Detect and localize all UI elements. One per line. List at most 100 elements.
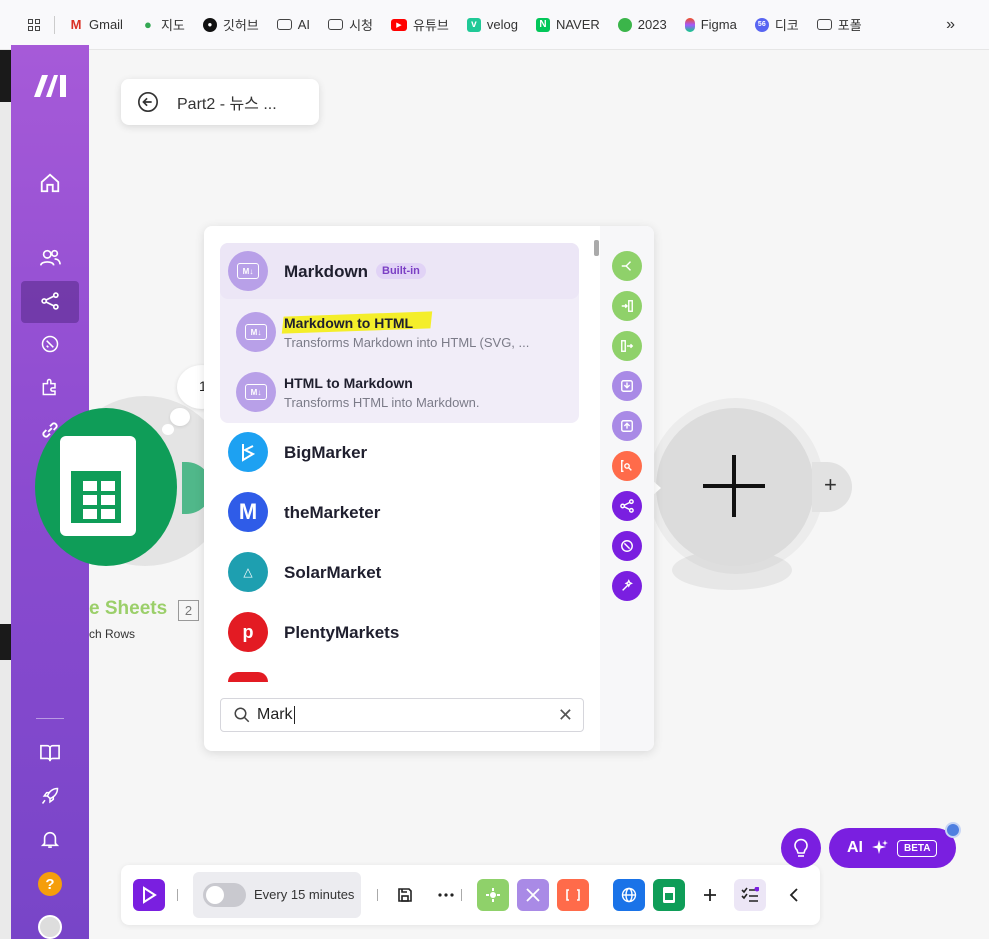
tools-wrench-icon[interactable] [517, 879, 549, 911]
settings-gear-icon[interactable] [477, 879, 509, 911]
naver-icon: N [535, 17, 550, 32]
app-themarketer[interactable]: theMarketer [284, 503, 380, 523]
home-icon[interactable] [36, 169, 64, 197]
sidebar-divider [36, 718, 64, 719]
search-field[interactable]: Mark ✕ [220, 698, 584, 732]
apps-grid-icon[interactable] [28, 18, 40, 31]
add-next-module-button[interactable]: + [812, 462, 852, 512]
gmail-icon: M [70, 17, 82, 32]
background-window-edge [0, 50, 11, 939]
ai-notification-dot [945, 822, 961, 838]
app-solarmarket[interactable]: SolarMarket [284, 563, 381, 583]
scenarios-icon[interactable] [36, 287, 64, 315]
save-icon[interactable] [389, 879, 421, 911]
plus-icon [732, 455, 736, 517]
scrollbar[interactable] [594, 240, 599, 256]
more-options-icon[interactable] [430, 879, 462, 911]
folder-icon [816, 19, 832, 30]
bookmark-folder-city[interactable]: 시청 [328, 15, 373, 34]
bookmark-github[interactable]: ● 깃허브 [202, 15, 259, 34]
ai-assistant-button[interactable]: AI BETA [829, 828, 956, 868]
tools-icon[interactable] [612, 571, 642, 601]
action-html-to-markdown[interactable]: HTML to Markdown [284, 375, 413, 391]
sheets-module-action: ch Rows [89, 627, 136, 641]
beta-badge: BETA [897, 839, 938, 857]
sheets-module-name: e Sheets [89, 598, 168, 619]
avatar[interactable] [36, 913, 64, 939]
text-cursor [293, 706, 295, 724]
bookmarks-divider [54, 15, 55, 34]
bookmark-folder-portfolio[interactable]: 포폴 [816, 15, 862, 34]
scenario-title[interactable]: Part2 - 뉴스 ... [177, 90, 277, 114]
connections-icon[interactable] [36, 330, 64, 358]
bookmark-folder-ai[interactable]: AI [276, 17, 310, 32]
google-sheets-toolbar-icon[interactable] [653, 879, 685, 911]
leaf-icon [617, 17, 632, 32]
action-markdown-to-html[interactable]: Markdown to HTML [284, 315, 413, 331]
import-icon[interactable] [612, 371, 642, 401]
help-icon[interactable]: ? [36, 870, 64, 898]
bookmarks-overflow-button[interactable]: » [946, 16, 955, 34]
book-icon[interactable] [36, 739, 64, 767]
markdown-app-icon: M↓ [228, 251, 268, 291]
run-once-button[interactable] [133, 879, 165, 911]
lightbulb-icon[interactable] [781, 828, 821, 868]
puzzle-icon[interactable] [36, 373, 64, 401]
bigmarker-icon [228, 432, 268, 472]
text-parser-icon[interactable] [612, 451, 642, 481]
team-icon[interactable] [36, 244, 64, 272]
bookmark-discord[interactable]: 56 디코 [754, 15, 799, 34]
bookmark-naver[interactable]: N NAVER [535, 17, 600, 32]
scenario-title-bar: Part2 - 뉴스 ... [121, 79, 319, 125]
schedule-control[interactable]: Every 15 minutes [193, 872, 361, 918]
back-arrow-icon[interactable] [137, 91, 159, 113]
bookmark-velog[interactable]: v velog [466, 17, 518, 32]
bookmark-youtube[interactable]: ▶ 유튜브 [390, 15, 449, 34]
solarmarket-icon: △ [228, 552, 268, 592]
sparkle-icon [872, 840, 888, 854]
thought-bubble [170, 408, 190, 426]
sheets-grid-icon [71, 471, 121, 523]
github-icon: ● [202, 17, 217, 32]
search-input[interactable]: Mark [257, 706, 293, 724]
clear-search-icon[interactable]: ✕ [558, 705, 573, 726]
rocket-icon[interactable] [36, 782, 64, 810]
add-icon[interactable] [694, 879, 726, 911]
router-icon[interactable] [612, 251, 642, 281]
toolbar-divider [377, 889, 378, 901]
toolbar-divider [177, 889, 178, 901]
schedule-label: Every 15 minutes [254, 887, 355, 902]
bookmark-figma[interactable]: Figma [684, 17, 737, 32]
toolbar-divider [461, 889, 462, 901]
app-name: Markdown [284, 262, 369, 281]
scheduling-toggle[interactable] [203, 883, 246, 907]
collapse-chevron-icon[interactable] [778, 879, 810, 911]
partial-app-icon [228, 672, 268, 682]
youtube-icon: ▶ [390, 18, 407, 31]
globe-icon[interactable] [613, 879, 645, 911]
thought-bubble [162, 424, 174, 435]
export-icon[interactable] [612, 411, 642, 441]
bell-icon[interactable] [36, 825, 64, 853]
bottom-toolbar: Every 15 minutes [121, 865, 820, 925]
text-parser-toolbar-icon[interactable] [557, 879, 589, 911]
bookmarks-bar: M Gmail ● 지도 ● 깃허브 AI 시청 ▶ 유튜브 v velog N NAVER… [0, 0, 989, 50]
bookmark-2023[interactable]: 2023 [617, 17, 667, 32]
aggregator-icon[interactable] [612, 331, 642, 361]
search-icon [234, 707, 250, 723]
map-pin-icon: ● [144, 17, 152, 32]
make-logo-icon[interactable] [32, 73, 68, 99]
figma-icon [684, 17, 695, 32]
bookmark-gmail[interactable]: M Gmail [69, 17, 123, 32]
ai-label: AI [847, 839, 863, 856]
module-picker: M↓ Markdown Built-in M↓ Markdown to HTML… [204, 226, 654, 751]
checklist-icon[interactable] [734, 879, 766, 911]
flow-control-icon[interactable] [612, 491, 642, 521]
plentymarkets-icon: p [228, 612, 268, 652]
bookmark-maps[interactable]: ● 지도 [141, 15, 185, 34]
connections-tool-icon[interactable] [612, 531, 642, 561]
app-bigmarker[interactable]: BigMarker [284, 443, 367, 463]
markdown-action-icon: M↓ [236, 372, 276, 412]
iterator-icon[interactable] [612, 291, 642, 321]
app-plentymarkets[interactable]: PlentyMarkets [284, 623, 399, 643]
